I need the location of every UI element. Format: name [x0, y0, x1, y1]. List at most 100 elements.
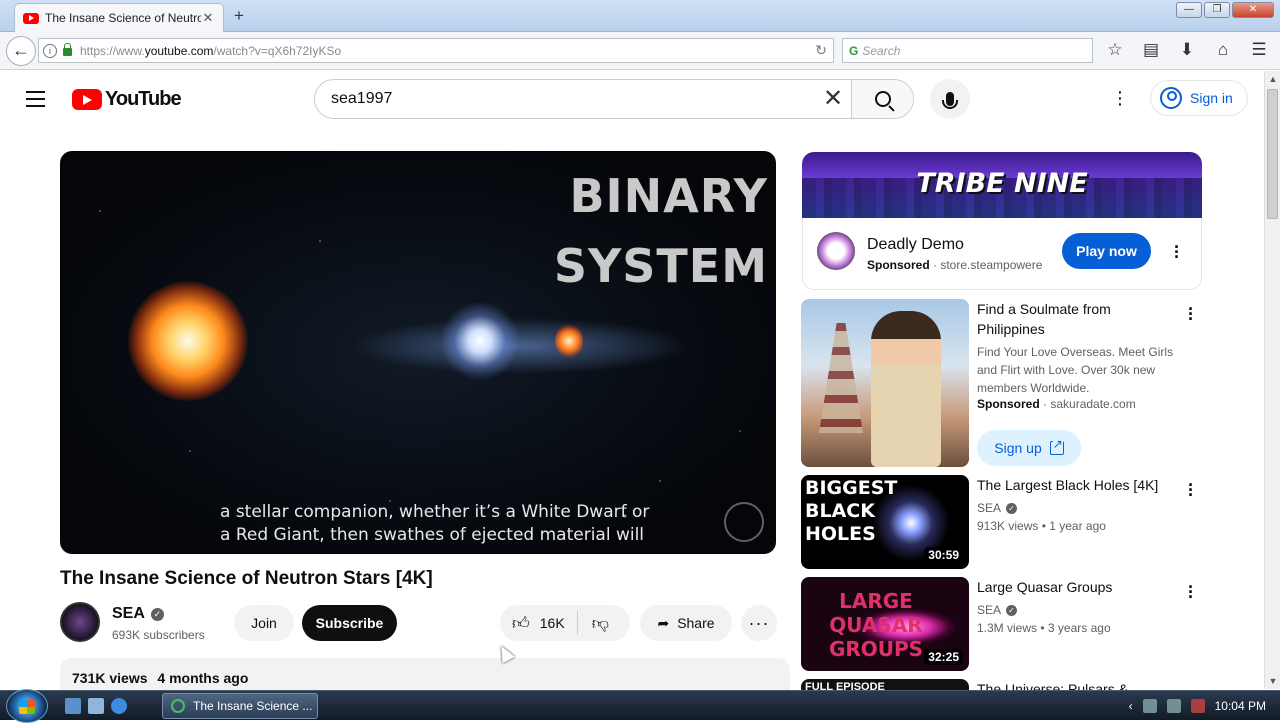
guide-menu-icon[interactable]	[26, 91, 45, 112]
rec-channel[interactable]: SEA ✓	[977, 501, 1018, 515]
tray-expand-icon[interactable]: ‹	[1129, 699, 1133, 713]
video-thumbnail[interactable]: FULL EPISODE	[801, 679, 969, 690]
rec-more-icon[interactable]: · · ·	[1186, 578, 1196, 606]
reload-icon[interactable]: ↻	[815, 42, 827, 59]
window-controls: — ❐ ✕	[1176, 2, 1274, 18]
scroll-down-icon[interactable]: ▼	[1265, 673, 1280, 689]
logo-text: YouTube	[105, 88, 182, 110]
home-icon[interactable]: ⌂	[1212, 40, 1234, 60]
ad-more-icon[interactable]: · · ·	[1172, 238, 1182, 266]
address-bar[interactable]: i https://www. youtube.com/watch?v=qX6h72…	[38, 38, 834, 63]
settings-more-icon[interactable]: · · ·	[1112, 82, 1128, 114]
rec-title[interactable]: Find a Soulmate from Philippines	[977, 299, 1175, 339]
youtube-logo[interactable]: YouTube	[72, 88, 182, 111]
ad-meta: Sponsored · store.steampowere	[867, 258, 1043, 272]
tab-title: The Insane Science of Neutron Stars [4K]…	[45, 11, 201, 25]
taskbar-browser-item[interactable]: The Insane Science ...	[162, 693, 318, 719]
verified-check-icon: ✓	[1006, 502, 1018, 514]
task-title: The Insane Science ...	[193, 699, 313, 713]
scroll-up-icon[interactable]: ▲	[1265, 71, 1280, 87]
duration-badge: 30:59	[924, 547, 963, 563]
recommendation-item[interactable]: LARGE QUASAR GROUPS 32:25 Large Quasar G…	[801, 577, 1201, 671]
back-button[interactable]: ←	[6, 36, 36, 66]
share-label: Share	[677, 615, 715, 631]
show-desktop-icon[interactable]	[65, 698, 81, 714]
like-count[interactable]: 16K	[540, 615, 565, 631]
action-center-icon[interactable]	[1166, 699, 1181, 713]
switch-windows-icon[interactable]	[88, 698, 104, 714]
search-engine-icon[interactable]: G	[849, 44, 858, 58]
play-now-button[interactable]: Play now	[1062, 233, 1151, 269]
tab-close-icon[interactable]: ✕	[201, 10, 215, 26]
close-window-button[interactable]: ✕	[1232, 2, 1274, 18]
person-art	[871, 311, 941, 467]
new-tab-button[interactable]: +	[234, 6, 244, 26]
rec-title[interactable]: The Largest Black Holes [4K]	[977, 475, 1175, 495]
rec-title[interactable]: Large Quasar Groups	[977, 577, 1175, 597]
minimize-button[interactable]: —	[1176, 2, 1202, 18]
sponsored-recommendation[interactable]: Find a Soulmate from Philippines Find Yo…	[801, 299, 1201, 467]
url-prefix: https://www.	[80, 43, 145, 58]
sponsored-thumbnail[interactable]	[801, 299, 969, 467]
ad-name[interactable]: Deadly Demo	[867, 236, 964, 254]
video-captions: a stellar companion, whether it’s a Whit…	[220, 501, 649, 547]
search-button[interactable]	[851, 80, 913, 118]
rec-title[interactable]: The Universe: Pulsars &	[977, 679, 1175, 690]
browser-tab[interactable]: The Insane Science of Neutron Stars [4K]…	[14, 3, 224, 32]
more-actions-button[interactable]: ···	[741, 605, 777, 641]
orange-star	[128, 281, 248, 401]
ad-logo[interactable]	[817, 232, 855, 270]
overlay-title-line-1: BINARY	[569, 169, 768, 223]
video-thumbnail[interactable]: LARGE QUASAR GROUPS 32:25	[801, 577, 969, 671]
search-input[interactable]: sea1997	[315, 80, 815, 118]
rec-more-icon[interactable]: · · ·	[1186, 476, 1196, 504]
start-button[interactable]	[6, 689, 48, 723]
ad-sponsored-label: Sponsored	[867, 258, 930, 272]
channel-watermark-icon[interactable]	[724, 502, 764, 542]
thumbs-up-icon[interactable]: 👍︎	[512, 613, 530, 634]
rec-stats: 913K views • 1 year ago	[977, 519, 1106, 533]
bookmarks-list-icon[interactable]: ▤	[1140, 40, 1162, 60]
like-dislike-group: 👍︎ 16K 👎︎	[500, 605, 630, 641]
voice-search-button[interactable]	[930, 79, 970, 119]
rec-stats: 1.3M views • 3 years ago	[977, 621, 1111, 635]
browser-search-box[interactable]: G Search	[842, 38, 1093, 63]
clock[interactable]: 10:04 PM	[1215, 699, 1266, 713]
volume-muted-icon[interactable]	[1190, 699, 1205, 713]
thumbs-down-icon[interactable]: 👎︎	[592, 613, 609, 634]
site-info-icon[interactable]: i	[43, 43, 57, 58]
recommendation-item[interactable]: BIGGEST BLACK HOLES 30:59 The Largest Bl…	[801, 475, 1201, 569]
clear-search-icon[interactable]: ✕	[815, 80, 851, 118]
internet-explorer-icon[interactable]	[111, 698, 127, 714]
channel-avatar[interactable]	[60, 602, 100, 642]
video-player[interactable]: BINARY SYSTEM a stellar companion, wheth…	[60, 151, 776, 554]
account-icon	[1160, 87, 1182, 109]
sign-in-button[interactable]: Sign in	[1150, 80, 1248, 116]
menu-icon[interactable]: ☰	[1248, 40, 1270, 60]
share-button[interactable]: ➦ Share	[640, 605, 732, 641]
subscribe-button[interactable]: Subscribe	[302, 605, 397, 641]
ad-banner[interactable]: TRIBE NINE	[802, 152, 1202, 218]
channel-name-text: SEA	[112, 605, 145, 622]
network-icon[interactable]	[1142, 699, 1157, 713]
downloads-icon[interactable]: ⬇	[1176, 40, 1198, 60]
rec-more-icon[interactable]: · · ·	[1186, 300, 1196, 328]
ad-card[interactable]: Deadly Demo Sponsored · store.steampower…	[802, 218, 1202, 290]
page-scrollbar[interactable]: ▲ ▼	[1264, 71, 1280, 689]
verified-check-icon: ✓	[1006, 604, 1018, 616]
rec-channel[interactable]: SEA ✓	[977, 603, 1018, 617]
video-thumbnail[interactable]: BIGGEST BLACK HOLES 30:59	[801, 475, 969, 569]
maximize-button[interactable]: ❐	[1204, 2, 1230, 18]
channel-name[interactable]: SEA ✓	[112, 605, 164, 623]
sign-up-button[interactable]: Sign up	[977, 430, 1081, 466]
rec-channel-name: SEA	[977, 501, 1002, 515]
windows-taskbar: The Insane Science ... ‹ 10:04 PM	[0, 689, 1280, 723]
share-arrow-icon: ➦	[657, 614, 670, 631]
rec-sponsored-label: Sponsored	[977, 397, 1040, 411]
rec-views: 1.3M views	[977, 621, 1038, 635]
bookmark-star-icon[interactable]: ☆	[1104, 40, 1126, 60]
recommendation-item[interactable]: FULL EPISODE The Universe: Pulsars &	[801, 679, 1201, 690]
join-button[interactable]: Join	[234, 605, 294, 641]
scrollbar-thumb[interactable]	[1267, 89, 1278, 219]
red-star	[555, 323, 583, 359]
